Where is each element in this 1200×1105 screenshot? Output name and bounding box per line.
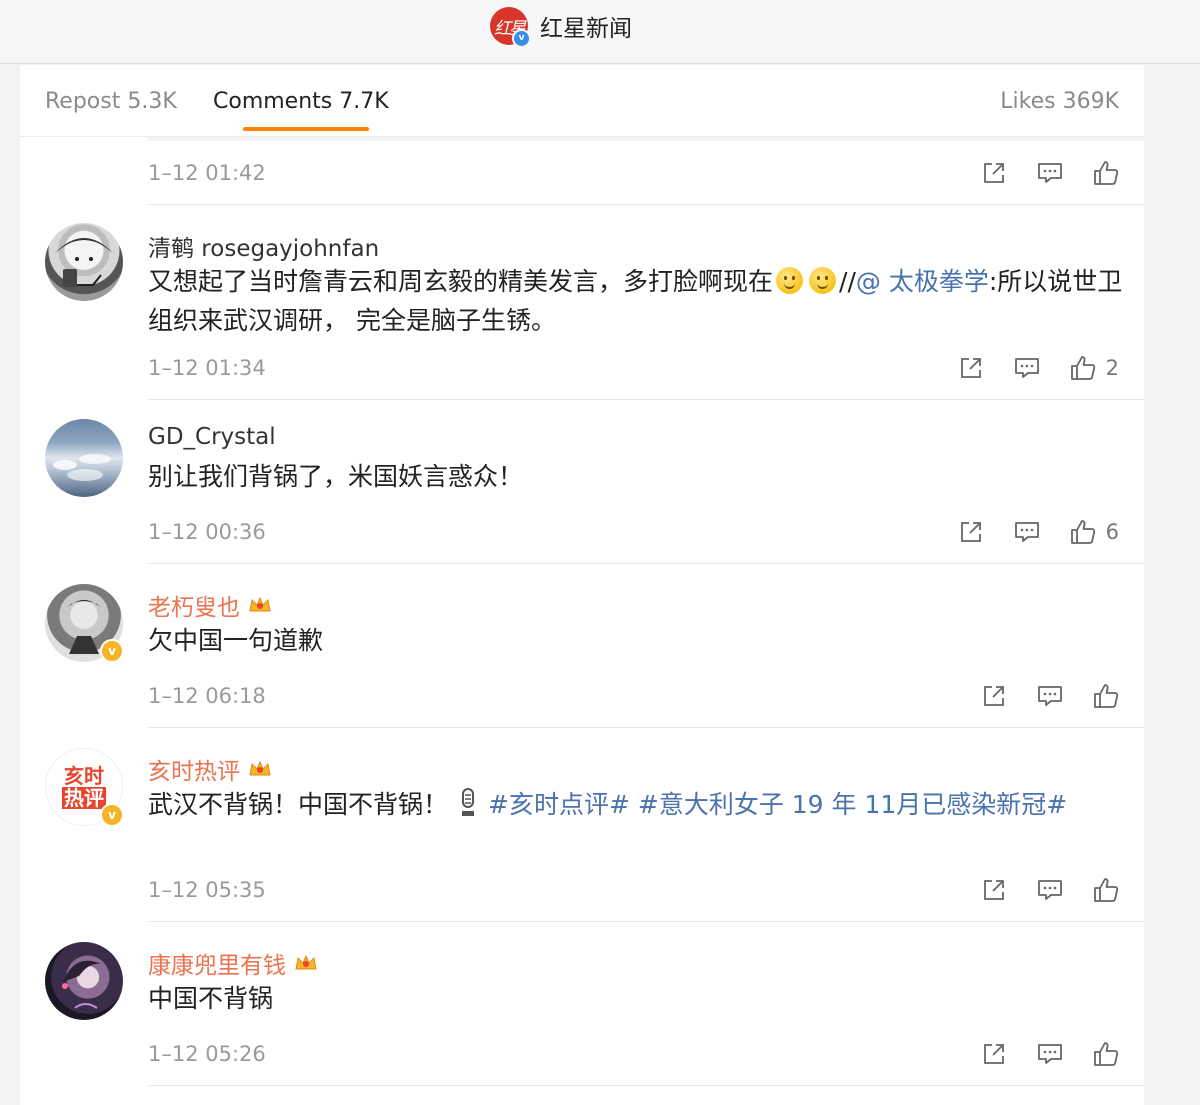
like-icon[interactable] (1093, 160, 1119, 186)
comment-actions: 2 (928, 353, 1119, 383)
comment-text: 欠中国一句道歉 (148, 626, 324, 655)
comment-username[interactable]: 亥时热评 (148, 752, 272, 786)
comment-divider (148, 563, 1144, 564)
like-count: 2 (1105, 356, 1119, 380)
account-header[interactable]: 红星 v 红星新闻 (490, 6, 632, 48)
mention-link[interactable]: @ 太极拳学 (856, 267, 989, 296)
account-logo[interactable]: 红星 v (490, 7, 531, 48)
like-icon[interactable] (1093, 1041, 1119, 1067)
reply-icon[interactable] (1037, 877, 1063, 903)
top-bar: 红星 v 红星新闻 (0, 0, 1200, 64)
comment-actions (951, 681, 1119, 711)
comment-actions (951, 875, 1119, 905)
comment-divider (148, 204, 1144, 205)
username-text: 康康兜里有钱 (148, 953, 286, 979)
reply-icon[interactable] (1037, 160, 1063, 186)
avatar-text: 亥时 (64, 764, 104, 788)
comment-timestamp: 1–12 01:42 (148, 161, 266, 185)
like-icon[interactable] (1093, 877, 1119, 903)
comment-timestamp: 1–12 00:36 (148, 520, 266, 544)
verified-badge-icon: v (100, 803, 124, 827)
comment-timestamp: 1–12 05:35 (148, 878, 266, 902)
username-text: 老朽叟也 (148, 595, 240, 621)
comment-divider (148, 921, 1144, 922)
reply-icon[interactable] (1014, 519, 1040, 545)
comments-panel: Repost 5.3K Comments 7.7K Likes 369K 1–1… (20, 65, 1144, 1105)
avatar[interactable] (45, 942, 123, 1020)
tab-bar: Repost 5.3K Comments 7.7K Likes 369K (20, 65, 1144, 137)
share-icon[interactable] (981, 1041, 1007, 1067)
tab-likes[interactable]: Likes 369K (1000, 89, 1119, 114)
comment-divider (148, 727, 1144, 728)
vip-crown-icon (294, 953, 318, 973)
like-icon[interactable] (1070, 355, 1096, 381)
comment-timestamp: 1–12 06:18 (148, 684, 266, 708)
username-text: 亥时热评 (148, 759, 240, 785)
avatar[interactable]: v (45, 584, 124, 663)
share-icon[interactable] (981, 683, 1007, 709)
reply-icon[interactable] (1014, 355, 1040, 381)
divider (148, 137, 1144, 141)
comment-username[interactable]: 老朽叟也 (148, 588, 272, 622)
reply-icon[interactable] (1037, 1041, 1063, 1067)
comment-text-part: 武汉不背锅！中国不背锅！ (148, 790, 449, 819)
share-icon[interactable] (958, 355, 984, 381)
comment-username[interactable]: 清鹌 rosegayjohnfan (148, 229, 379, 263)
like-icon[interactable] (1093, 683, 1119, 709)
verified-badge-icon: v (512, 29, 531, 48)
account-name[interactable]: 红星新闻 (540, 9, 632, 43)
comment-text-separator: // (839, 267, 856, 296)
comment-timestamp: 1–12 01:34 (148, 356, 266, 380)
comment-text: 别让我们背锅了，米国妖言惑众！ (148, 462, 524, 491)
active-tab-indicator (243, 127, 369, 131)
comment-divider (148, 399, 1144, 400)
share-icon[interactable] (981, 877, 1007, 903)
tab-comments[interactable]: Comments 7.7K (213, 89, 389, 114)
vip-crown-icon (248, 759, 272, 779)
smile-emoji-icon (809, 267, 837, 294)
comment-divider (148, 1085, 1144, 1086)
avatar-text: 热评 (62, 786, 106, 810)
tab-repost[interactable]: Repost 5.3K (45, 89, 177, 114)
comment-username[interactable]: GD_Crystal (148, 424, 276, 450)
comment-timestamp: 1–12 05:26 (148, 1042, 266, 1066)
comment-text: 武汉不背锅！中国不背锅！ #亥时点评# #意大利女子 19 年 11月已感染新冠# (148, 785, 1123, 824)
share-icon[interactable] (958, 519, 984, 545)
comment-actions (951, 1039, 1119, 1069)
comment-actions: 6 (928, 517, 1119, 547)
hashtag-link[interactable]: #亥时点评# (488, 790, 630, 819)
comment-text-part: 又想起了当时詹青云和周玄毅的精美发言，多打脸啊现在 (148, 267, 774, 296)
comment-actions (951, 158, 1119, 188)
comment-username[interactable]: 康康兜里有钱 (148, 946, 318, 980)
comment-text: 又想起了当时詹青云和周玄毅的精美发言，多打脸啊现在//@ 太极拳学:所以说世卫组… (148, 262, 1123, 340)
avatar[interactable]: 亥时 热评 v (45, 748, 124, 827)
hashtag-link[interactable]: #意大利女子 19 年 11月已感染新冠# (638, 790, 1067, 819)
smile-emoji-icon (776, 267, 804, 294)
comment-text: 中国不背锅 (148, 984, 274, 1013)
reply-icon[interactable] (1037, 683, 1063, 709)
like-icon[interactable] (1070, 519, 1096, 545)
vip-crown-icon (248, 595, 272, 615)
verified-badge-icon: v (100, 639, 124, 663)
share-icon[interactable] (981, 160, 1007, 186)
avatar[interactable] (45, 419, 123, 497)
microphone-icon (458, 787, 478, 819)
like-count: 6 (1105, 520, 1119, 544)
avatar[interactable] (45, 223, 123, 301)
